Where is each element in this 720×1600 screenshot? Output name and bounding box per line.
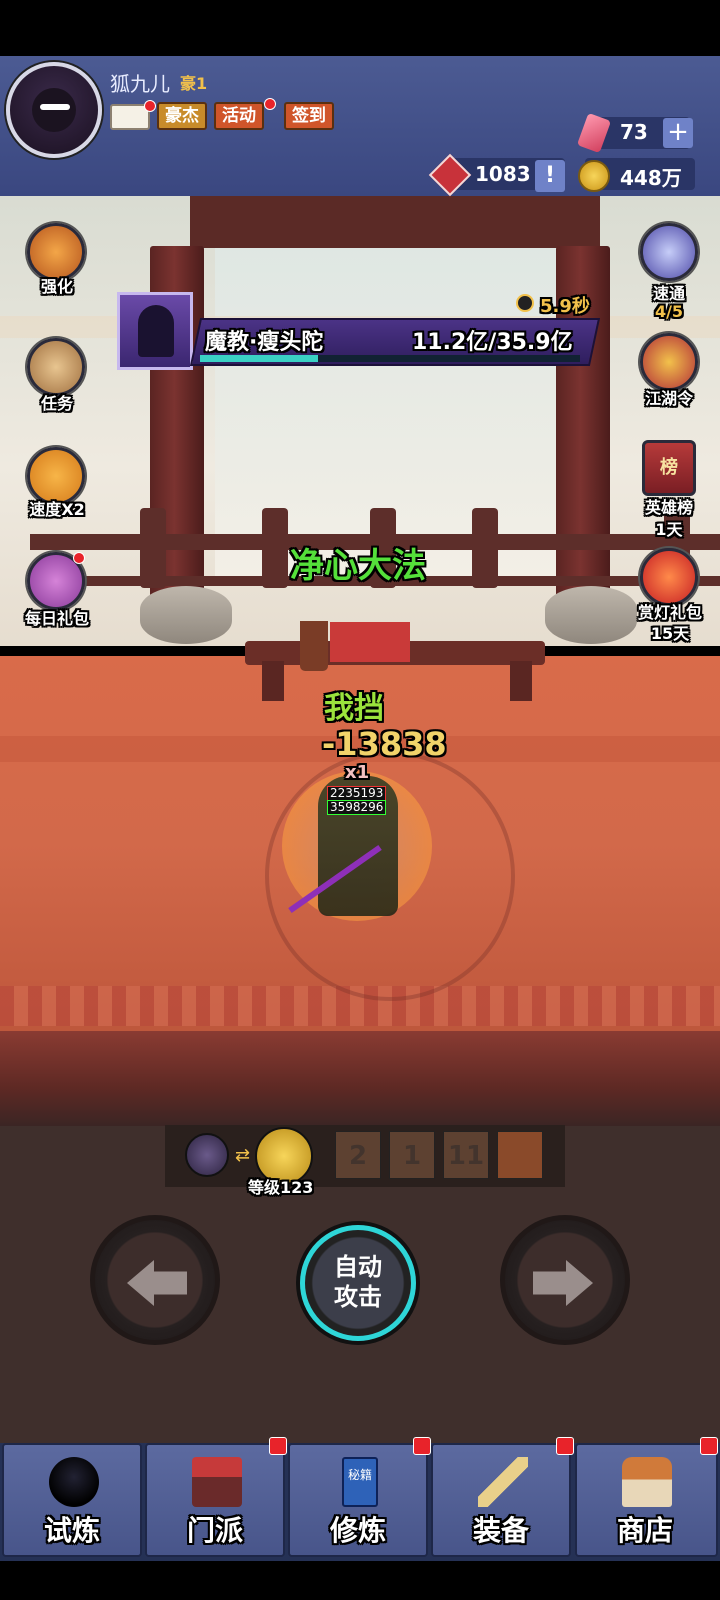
hero-skill-icon[interactable] <box>497 1131 543 1179</box>
book-icon: 秘籍 <box>342 1457 378 1507</box>
boss-hp-track <box>200 355 580 362</box>
player-name: 狐九儿 <box>110 72 170 96</box>
pillar-base-left <box>140 586 232 644</box>
avatar-eyes <box>40 104 70 110</box>
leaderboard-days: 1天 <box>655 520 683 539</box>
ghost-icon[interactable] <box>640 223 698 281</box>
rail-post <box>262 508 288 588</box>
player-hp-value: 3598296 <box>327 800 387 815</box>
ninja-icon <box>49 1457 99 1507</box>
coin-count: 448万 <box>620 166 682 190</box>
move-left-button[interactable] <box>90 1215 220 1345</box>
nav-equipment-dot <box>556 1437 574 1455</box>
boss-hp-text: 11.2亿/35.9亿 <box>412 330 573 355</box>
right-arrow-icon <box>533 1260 593 1306</box>
nav-trial-label: 试炼 <box>43 1514 100 1547</box>
nav-sect-label: 门派 <box>186 1514 243 1547</box>
auto-attack-line1: 自动 <box>334 1253 382 1281</box>
skill-slot[interactable]: 2 <box>335 1131 381 1179</box>
sword-icon <box>478 1457 528 1507</box>
skill-slot[interactable]: 11 <box>443 1131 489 1179</box>
weapon-level: 等级123 <box>248 1178 314 1197</box>
leaderboard-label[interactable]: 英雄榜 <box>625 494 713 518</box>
nav-shop-label: 商店 <box>616 1514 673 1547</box>
table-leg <box>510 661 532 701</box>
skill-slot[interactable]: 1 <box>389 1131 435 1179</box>
lantern-icon[interactable] <box>640 548 698 606</box>
spear-weapon-icon[interactable] <box>185 1133 229 1177</box>
auto-attack-label: 自动 攻击 <box>305 1252 411 1312</box>
vip-level: 豪1 <box>180 74 208 93</box>
nav-cultivate-dot <box>413 1437 431 1455</box>
daily-gift-dot <box>73 552 85 564</box>
boss-portrait <box>117 292 193 370</box>
speedrun-count: 4/5 <box>654 302 684 321</box>
battle-scene <box>0 56 720 1126</box>
mail-notification-dot <box>144 100 156 112</box>
skill-name: 净心大法 <box>290 546 426 586</box>
hooded-figure-icon <box>138 305 174 357</box>
enemy-hp-value: 2235193 <box>327 786 387 801</box>
scroll-icon[interactable] <box>27 338 85 396</box>
daily-gift-label[interactable]: 每日礼包 <box>7 605 107 629</box>
coin-icon <box>578 160 610 192</box>
shop-icon <box>622 1457 672 1507</box>
nav-equipment-label: 装备 <box>472 1514 529 1547</box>
nav-sect[interactable]: 门派 <box>145 1443 285 1557</box>
speed-label[interactable]: 速度X2 <box>15 496 99 520</box>
bottom-navigation: 试炼 门派 秘籍 修炼 装备 商店 <box>0 1437 720 1561</box>
block-text: 我挡 <box>324 691 384 726</box>
nav-trial[interactable]: 试炼 <box>2 1443 142 1557</box>
gem-count: 73 <box>620 120 648 144</box>
add-gems-button[interactable]: + <box>663 118 693 148</box>
events-tab[interactable]: 活动 <box>214 102 264 130</box>
left-arrow-icon <box>127 1260 187 1306</box>
clock-icon <box>516 294 534 312</box>
combo-count: x1 <box>345 762 370 783</box>
ninja-avatar-icon <box>32 88 76 132</box>
boss-timer: 5.9秒 <box>540 296 590 317</box>
system-nav-area <box>0 1561 720 1600</box>
ticket-count: 1083 <box>475 162 531 186</box>
stage-edge <box>0 1031 720 1126</box>
red-book <box>330 622 410 662</box>
roof-beam <box>190 196 600 248</box>
boss-hp-fill <box>200 355 318 362</box>
checkin-tab[interactable]: 签到 <box>284 102 334 130</box>
player-avatar[interactable] <box>6 62 102 158</box>
token-icon[interactable] <box>640 333 698 391</box>
quest-label[interactable]: 任务 <box>25 390 89 414</box>
temple-icon <box>192 1457 242 1507</box>
boss-name: 魔教·瘦头陀 <box>205 330 324 355</box>
lantern-gift-days: 15天 <box>650 624 690 643</box>
jianghu-label[interactable]: 江湖令 <box>625 385 713 409</box>
auto-attack-button[interactable]: 自动 攻击 <box>300 1225 416 1341</box>
auto-attack-line2: 攻击 <box>334 1283 382 1311</box>
nav-sect-dot <box>269 1437 287 1455</box>
nav-equipment[interactable]: 装备 <box>431 1443 571 1557</box>
swap-icon: ⇄ <box>235 1145 251 1166</box>
move-right-button[interactable] <box>500 1215 630 1345</box>
rail-post <box>140 508 166 588</box>
heroes-tab[interactable]: 豪杰 <box>157 102 207 130</box>
nav-cultivate-label: 修炼 <box>329 1514 386 1547</box>
rail-post <box>472 508 498 588</box>
enhance-label[interactable]: 强化 <box>25 273 89 297</box>
game-screen: { "player": {"name": "狐九儿", "vip": "豪1",… <box>0 0 720 1600</box>
damage-number: -13838 <box>322 725 447 763</box>
nav-shop-dot <box>700 1437 718 1455</box>
brush-cup <box>300 621 328 671</box>
ticket-info-button[interactable]: ! <box>535 160 565 192</box>
events-notification-dot <box>264 98 276 110</box>
nav-shop[interactable]: 商店 <box>575 1443 718 1557</box>
speedrun-label[interactable]: 速通 <box>630 280 708 304</box>
nav-cultivate[interactable]: 秘籍 修炼 <box>288 1443 428 1557</box>
leaderboard-banner-icon[interactable]: 榜 <box>642 440 696 496</box>
table-leg <box>262 661 284 701</box>
